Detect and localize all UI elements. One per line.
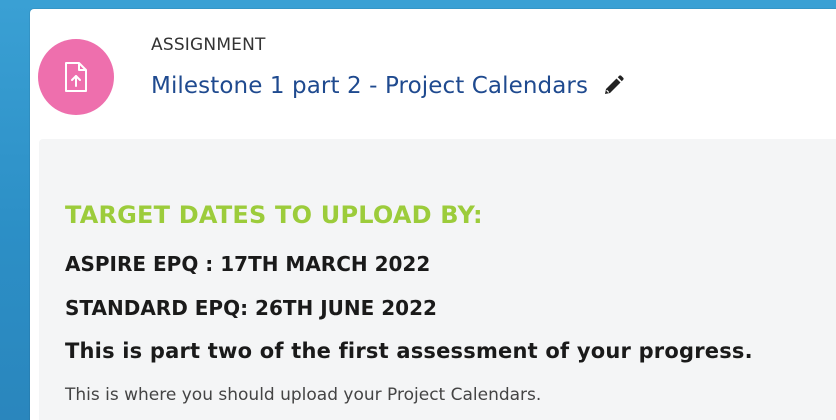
activity-title-link[interactable]: Milestone 1 part 2 - Project Calendars [151,73,588,99]
standard-epq-date: STANDARD EPQ: 26TH JUNE 2022 [65,296,437,320]
part-two-statement: This is part two of the first assessment… [65,339,753,363]
upload-instruction: This is where you should upload your Pro… [65,385,542,405]
target-dates-heading: TARGET DATES TO UPLOAD BY: [65,201,483,229]
activity-type-label: ASSIGNMENT [151,35,266,55]
activity-title-row: Milestone 1 part 2 - Project Calendars [151,73,624,99]
aspire-epq-date: ASPIRE EPQ : 17TH MARCH 2022 [65,252,431,276]
activity-description: TARGET DATES TO UPLOAD BY: ASPIRE EPQ : … [39,139,836,420]
file-upload-icon [38,39,114,115]
pencil-icon[interactable] [602,75,624,97]
activity-card: ASSIGNMENT Milestone 1 part 2 - Project … [30,9,836,420]
